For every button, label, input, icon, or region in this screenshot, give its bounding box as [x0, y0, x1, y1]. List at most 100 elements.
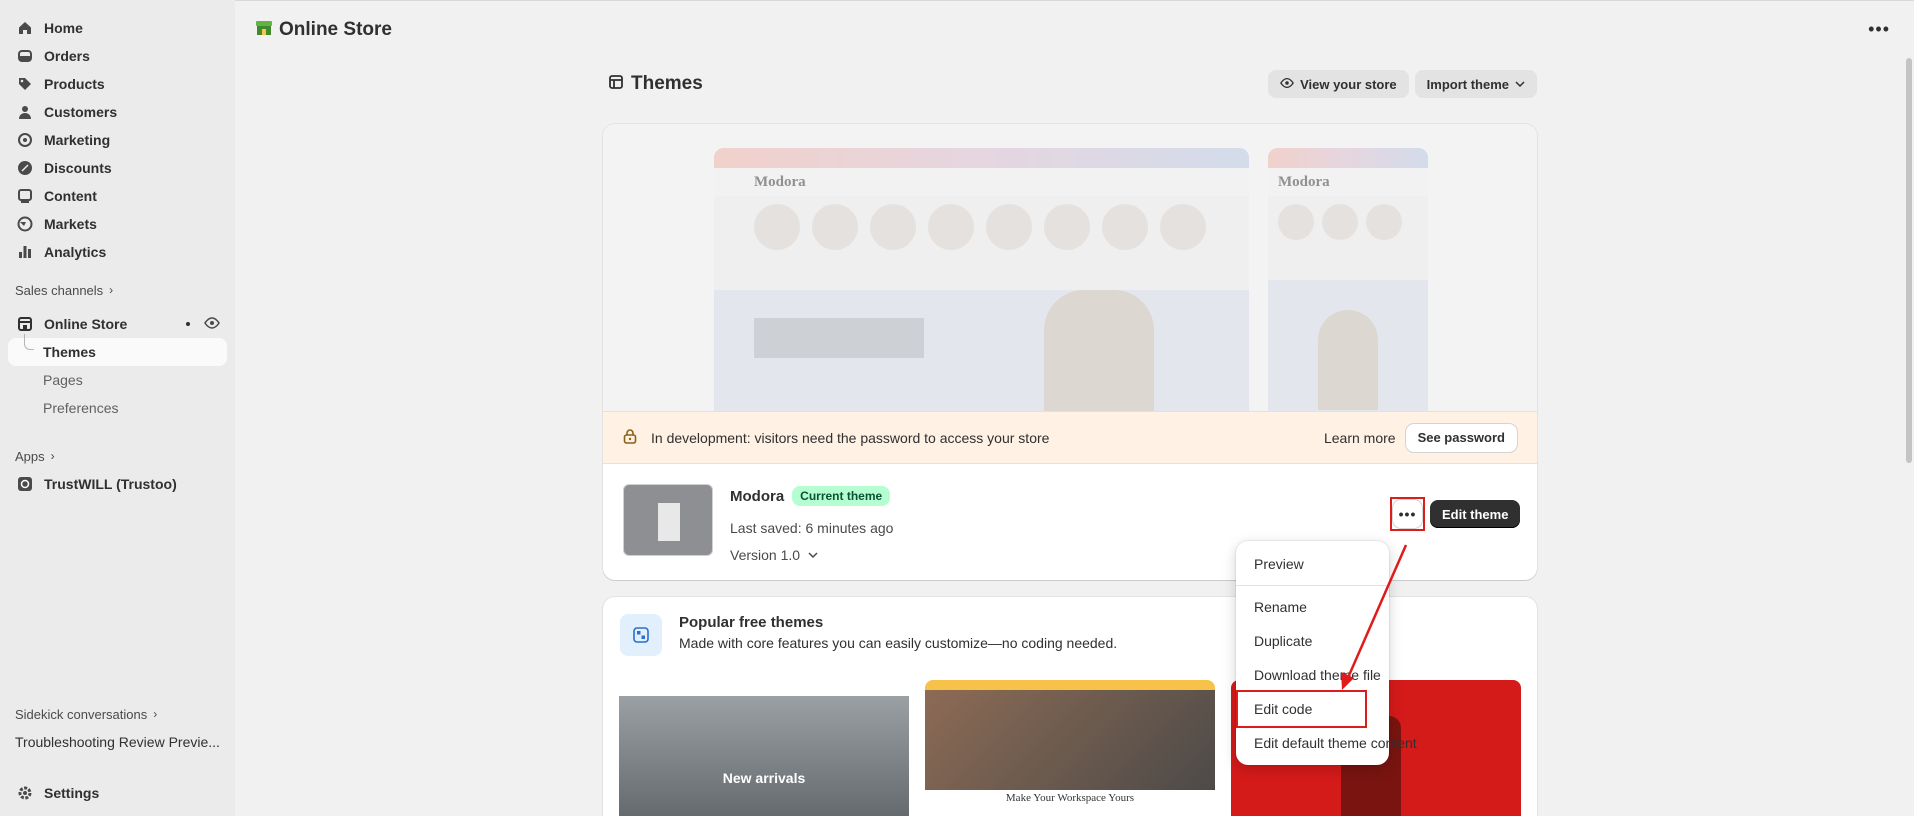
theme-preview-image: [925, 690, 1215, 790]
announcement-bar: [925, 680, 1215, 690]
annotation-highlight-box: [1390, 497, 1425, 531]
sidebar: Home Orders Products Customers Marketing…: [0, 0, 235, 816]
tag-icon: [15, 74, 35, 94]
version-label: Version 1.0: [730, 547, 801, 563]
theme-name-row: Modora Current theme: [730, 486, 891, 506]
view-store-button[interactable]: View your store: [1268, 70, 1409, 98]
top-bar: Online Store •••: [235, 0, 1914, 58]
person-icon: [15, 102, 35, 122]
sidekick-heading[interactable]: Sidekick conversations ›: [8, 700, 164, 728]
free-theme-thumbnail[interactable]: New arrivals: [619, 680, 909, 816]
nav-analytics[interactable]: Analytics: [8, 238, 227, 266]
lock-icon: [623, 428, 639, 447]
orders-icon: [15, 46, 35, 66]
chart-bar-icon: [15, 242, 35, 262]
theme-preview[interactable]: Modora Modora: [603, 124, 1537, 411]
menu-item-preview[interactable]: Preview: [1242, 547, 1383, 581]
theme-info-row: Modora Current theme Last saved: 6 minut…: [603, 464, 1537, 580]
mobile-preview: Modora: [1268, 148, 1428, 411]
scrollbar-thumb[interactable]: [1906, 58, 1912, 463]
chevron-down-icon: [808, 547, 818, 563]
nav-label: TrustWILL (Trustoo): [44, 476, 177, 492]
last-saved-text: Last saved: 6 minutes ago: [730, 520, 894, 536]
free-theme-thumbnail[interactable]: Make Your Workspace Yours: [925, 680, 1215, 816]
nav-settings[interactable]: Settings: [8, 779, 227, 807]
target-icon: [15, 130, 35, 150]
current-theme-badge: Current theme: [792, 486, 891, 506]
sidebar-item-preferences[interactable]: Preferences: [8, 394, 227, 422]
nav-discounts[interactable]: Discounts: [8, 154, 227, 182]
theme-preview-image: [619, 696, 909, 816]
view-store-label: View your store: [1300, 76, 1397, 92]
tree-connector: [24, 334, 34, 350]
development-banner-text: In development: visitors need the passwo…: [651, 429, 1050, 446]
sidekick-conversation[interactable]: Troubleshooting Review Previe...: [15, 734, 220, 750]
themes-header: Themes View your store Import theme: [609, 70, 1537, 98]
nav-label: Content: [44, 188, 97, 204]
import-theme-button[interactable]: Import theme: [1414, 70, 1537, 98]
store-icon: [255, 18, 273, 42]
menu-item-edit-default-content[interactable]: Edit default theme content: [1242, 726, 1417, 760]
current-theme-card: Modora Modora In development: visitors n…: [603, 124, 1537, 580]
chevron-right-icon: ›: [50, 449, 55, 463]
edit-theme-button[interactable]: Edit theme: [1430, 500, 1521, 528]
scrollbar[interactable]: [1904, 58, 1914, 816]
nav-orders[interactable]: Orders: [8, 42, 227, 70]
apps-heading[interactable]: Apps ›: [8, 442, 227, 470]
theme-thumbnail: [623, 484, 713, 556]
nav-label: Marketing: [44, 132, 111, 148]
nav-products[interactable]: Products: [8, 70, 227, 98]
popular-themes-card: Popular free themes Made with core featu…: [603, 597, 1537, 816]
thumbnail-caption: Make Your Workspace Yours: [1005, 792, 1135, 804]
nav-home[interactable]: Home: [8, 14, 227, 42]
theme-name: Modora: [730, 487, 785, 505]
theme-actions-menu: Preview Rename Duplicate Download theme …: [1236, 541, 1417, 765]
preview-overlay: [1268, 148, 1428, 411]
nav-label: Products: [44, 76, 105, 92]
topbar-title-text: Online Store: [279, 18, 392, 40]
version-selector[interactable]: Version 1.0: [730, 547, 818, 563]
nav-label: Home: [44, 20, 83, 36]
sidebar-item-themes[interactable]: Themes: [8, 338, 227, 366]
unsaved-dot-icon: [186, 322, 190, 326]
page-title-text: Themes: [631, 73, 703, 94]
nav-label: Markets: [44, 216, 97, 232]
menu-divider: [1236, 585, 1389, 586]
more-options-icon[interactable]: •••: [1868, 19, 1890, 40]
globe-icon: [15, 214, 35, 234]
import-theme-label: Import theme: [1426, 76, 1509, 92]
nav-markets[interactable]: Markets: [8, 210, 227, 238]
apps-label: Apps: [15, 448, 45, 464]
menu-item-duplicate[interactable]: Duplicate: [1242, 624, 1383, 658]
thumbnail-detail: [658, 503, 680, 541]
chevron-down-icon: [1515, 77, 1525, 92]
sidekick-label: Sidekick conversations: [15, 706, 148, 722]
nav-label: Orders: [44, 48, 90, 64]
eye-icon: [1280, 76, 1294, 93]
app-trustwill[interactable]: TrustWILL (Trustoo): [8, 470, 227, 498]
discount-icon: [15, 158, 35, 178]
preview-overlay: [714, 148, 1249, 411]
nav-online-store[interactable]: Online Store: [8, 310, 227, 338]
learn-more-link[interactable]: Learn more: [1324, 430, 1396, 446]
see-password-button[interactable]: See password: [1405, 423, 1517, 452]
chevron-right-icon: ›: [153, 707, 158, 721]
sales-channels-label: Sales channels: [15, 282, 104, 298]
popular-themes-title: Popular free themes: [679, 614, 824, 631]
sales-channels-heading[interactable]: Sales channels ›: [8, 276, 227, 304]
annotation-highlight-box: [1236, 690, 1367, 728]
nav-marketing[interactable]: Marketing: [8, 126, 227, 154]
content-icon: [15, 186, 35, 206]
page-title: Themes: [609, 73, 703, 95]
desktop-preview: Modora: [714, 148, 1249, 411]
eye-icon[interactable]: [204, 315, 220, 334]
nav-label: Settings: [44, 785, 100, 801]
thumbnail-caption: New arrivals: [722, 770, 806, 786]
menu-item-download[interactable]: Download theme file: [1242, 658, 1383, 692]
sidebar-item-pages[interactable]: Pages: [8, 366, 227, 394]
popular-themes-subtitle: Made with core features you can easily c…: [679, 635, 1118, 651]
nav-content[interactable]: Content: [8, 182, 227, 210]
menu-item-rename[interactable]: Rename: [1242, 590, 1383, 624]
nav-customers[interactable]: Customers: [8, 98, 227, 126]
nav-label: Online Store: [44, 316, 128, 332]
